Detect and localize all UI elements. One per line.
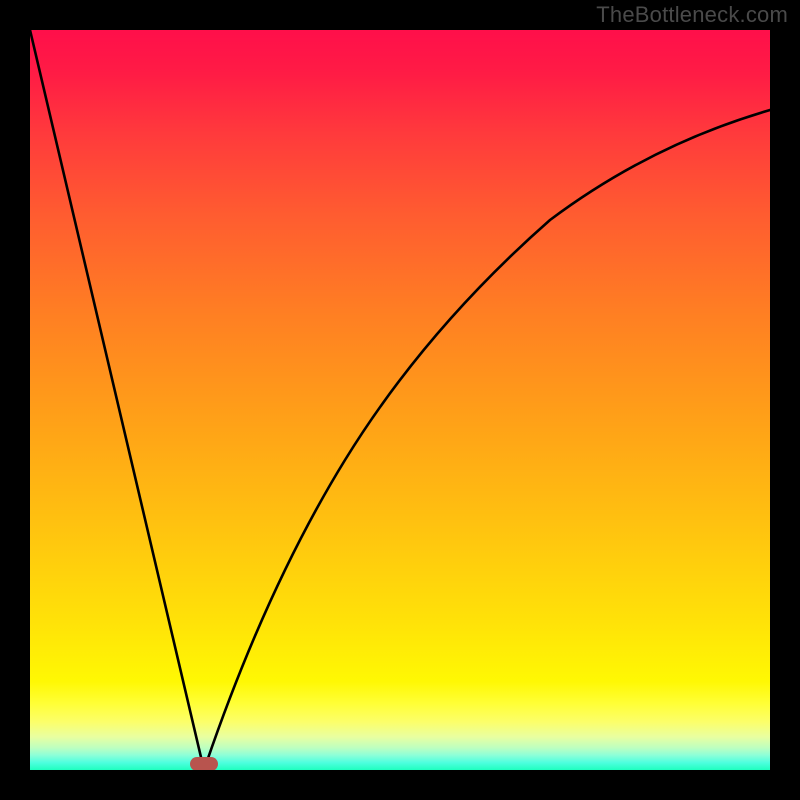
optimal-point-marker xyxy=(190,757,218,770)
plot-area xyxy=(30,30,770,770)
watermark-text: TheBottleneck.com xyxy=(596,2,788,28)
bottleneck-curve-right xyxy=(204,110,770,770)
bottleneck-curve-left xyxy=(30,30,204,770)
chart-frame: TheBottleneck.com xyxy=(0,0,800,800)
curve-layer xyxy=(30,30,770,770)
